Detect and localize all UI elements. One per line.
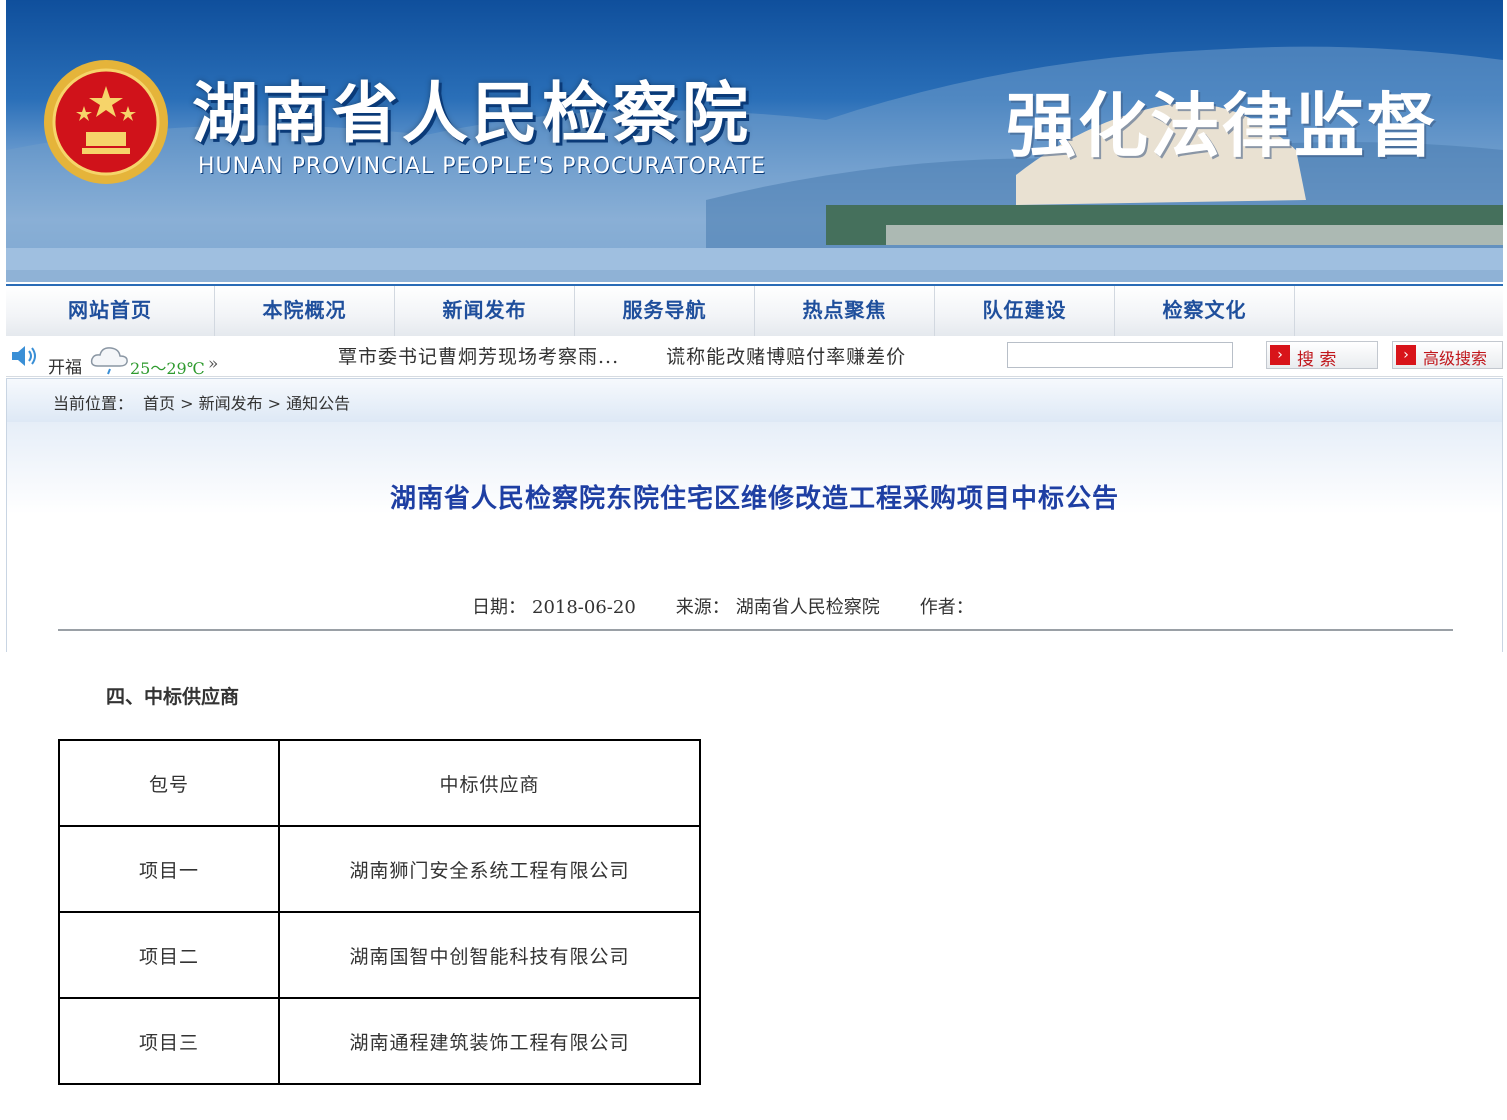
table-header-cell: 中标供应商 xyxy=(278,739,701,827)
table-cell: 项目二 xyxy=(58,911,280,999)
site-title-english: HUNAN PROVINCIAL PEOPLE'S PROCURATORATE xyxy=(198,154,767,179)
arrow-right-icon: › xyxy=(1270,345,1290,365)
nav-item-news[interactable]: 新闻发布 xyxy=(395,286,575,336)
speaker-icon[interactable] xyxy=(10,344,40,368)
main-nav: 网站首页 本院概况 新闻发布 服务导航 热点聚焦 队伍建设 检察文化 xyxy=(6,284,1503,337)
article-title: 湖南省人民检察院东院住宅区维修改造工程采购项目中标公告 xyxy=(389,484,1119,514)
nav-item-hot-topics[interactable]: 热点聚焦 xyxy=(755,286,935,336)
table-header-row: 包号 中标供应商 xyxy=(58,739,701,827)
winning-suppliers-table: 包号 中标供应商 项目一 湖南狮门安全系统工程有限公司 项目二 湖南国智中创智能… xyxy=(58,739,701,1085)
cloud-rain-icon xyxy=(90,347,128,375)
ticker-item[interactable]: 谎称能改赌博赔付率赚差价 xyxy=(666,346,906,368)
table-row: 项目一 湖南狮门安全系统工程有限公司 xyxy=(58,825,701,913)
nav-item-services[interactable]: 服务导航 xyxy=(575,286,755,336)
search-input[interactable] xyxy=(1007,342,1233,368)
date-label: 日期： xyxy=(472,597,526,618)
article-meta: 日期： 2018-06-20 来源： 湖南省人民检察院 作者： xyxy=(472,593,980,619)
table-cell: 湖南通程建筑装饰工程有限公司 xyxy=(278,997,701,1085)
table-row: 项目二 湖南国智中创智能科技有限公司 xyxy=(58,911,701,999)
source-label: 来源： xyxy=(675,597,730,618)
weather-more-link[interactable]: » xyxy=(208,354,218,374)
table-cell: 项目三 xyxy=(58,997,280,1085)
breadcrumb-path[interactable]: 首页 > 新闻发布 > 通知公告 xyxy=(143,390,350,414)
table-cell: 湖南狮门安全系统工程有限公司 xyxy=(278,825,701,913)
breadcrumb: 当前位置： 首页 > 新闻发布 > 通知公告 xyxy=(6,378,1503,423)
search-button[interactable]: › 搜 索 xyxy=(1266,341,1378,370)
banner-slogan: 强化法律监督 xyxy=(1006,84,1438,167)
page-frame: 湖南省人民检察院 HUNAN PROVINCIAL PEOPLE'S PROCU… xyxy=(6,0,1503,1120)
nav-item-team[interactable]: 队伍建设 xyxy=(935,286,1115,336)
article-source: 湖南省人民检察院 xyxy=(735,597,880,618)
procuratorate-emblem-icon xyxy=(44,60,168,184)
breadcrumb-label: 当前位置： xyxy=(53,394,134,413)
table-cell: 项目一 xyxy=(58,825,280,913)
advanced-search-label: 高级搜索 xyxy=(1423,349,1488,368)
arrow-right-icon: › xyxy=(1396,345,1416,365)
advanced-search-button[interactable]: › 高级搜索 xyxy=(1392,341,1503,369)
table-row: 项目三 湖南通程建筑装饰工程有限公司 xyxy=(58,997,701,1085)
nav-item-home[interactable]: 网站首页 xyxy=(6,286,215,336)
article-date: 2018-06-20 xyxy=(532,597,636,618)
weather-temperature: 25～29℃ xyxy=(130,359,205,378)
news-ticker: 覃市委书记曹炯芳现场考察雨... 谎称能改赌博赔付率赚差价 xyxy=(338,342,978,370)
nav-item-about[interactable]: 本院概况 xyxy=(215,286,395,336)
divider xyxy=(58,629,1453,631)
weather-city: 开福 xyxy=(48,358,82,378)
table-cell: 湖南国智中创智能科技有限公司 xyxy=(278,911,701,999)
search-button-label: 搜 索 xyxy=(1297,350,1337,370)
table-header-cell: 包号 xyxy=(58,739,280,827)
info-bar: 开福 25～29℃ » 覃市委书记曹炯芳现场考察雨... 谎称能改赌博赔付率赚差… xyxy=(6,336,1503,378)
nav-item-culture[interactable]: 检察文化 xyxy=(1115,286,1295,336)
ticker-item[interactable]: 覃市委书记曹炯芳现场考察雨... xyxy=(338,346,619,368)
site-title: 湖南省人民检察院 xyxy=(192,74,752,152)
section-heading: 四、中标供应商 xyxy=(106,686,240,708)
site-banner: 湖南省人民检察院 HUNAN PROVINCIAL PEOPLE'S PROCU… xyxy=(6,0,1503,282)
author-label: 作者： xyxy=(919,597,974,618)
